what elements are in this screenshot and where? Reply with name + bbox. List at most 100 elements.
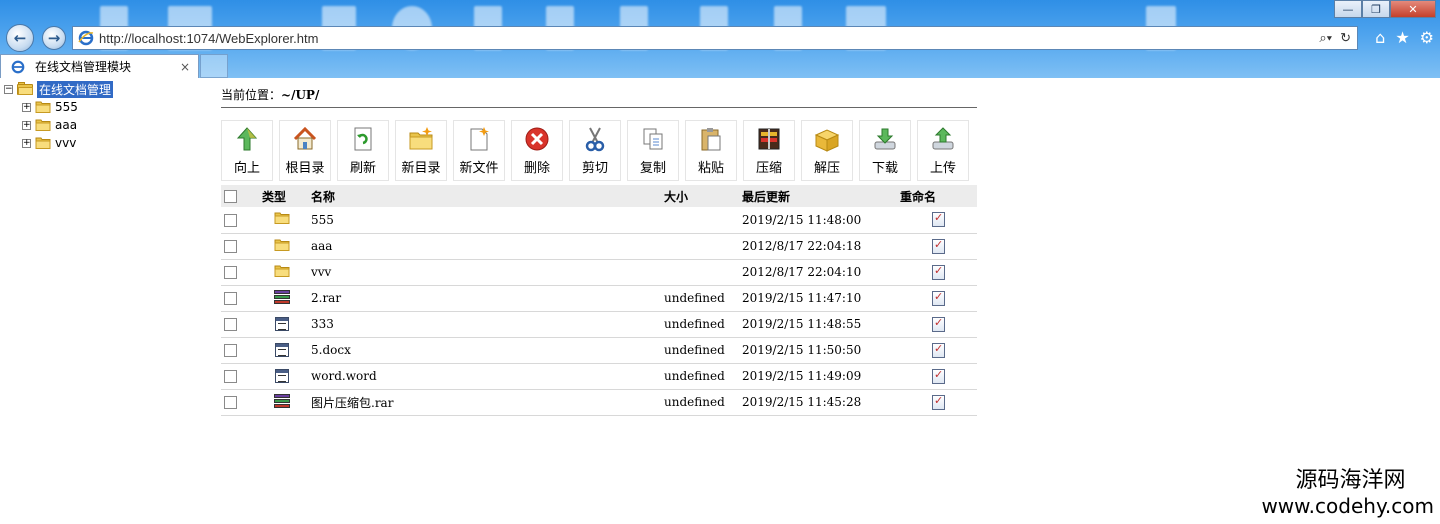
- tree-item-label[interactable]: 555: [55, 100, 78, 114]
- file-name[interactable]: 333: [307, 311, 664, 338]
- minimize-button[interactable]: —: [1334, 0, 1362, 18]
- file-name[interactable]: 5.docx: [307, 337, 664, 364]
- table-row[interactable]: 图片压缩包.rar undefined 2019/2/15 11:45:28: [221, 389, 977, 416]
- upload-button[interactable]: 上传: [917, 120, 969, 181]
- rename-icon[interactable]: [932, 238, 945, 254]
- tab-close-button[interactable]: ×: [178, 60, 192, 74]
- restore-button[interactable]: ❐: [1362, 0, 1390, 18]
- toolbar-label: 刷新: [349, 161, 376, 176]
- extract-button[interactable]: 解压: [801, 120, 853, 181]
- tree-item-label[interactable]: vvv: [55, 136, 76, 150]
- file-size: undefined: [664, 311, 742, 338]
- upload-icon: [929, 125, 957, 153]
- rename-icon[interactable]: [932, 290, 945, 306]
- new-file-icon: [465, 125, 493, 153]
- tree-root[interactable]: − 在线文档管理: [4, 80, 114, 98]
- file-name[interactable]: aaa: [307, 233, 664, 260]
- new-folder-icon: [407, 125, 435, 153]
- select-all-checkbox[interactable]: [224, 190, 237, 203]
- row-checkbox[interactable]: [224, 240, 237, 253]
- table-row[interactable]: 333 undefined 2019/2/15 11:48:55: [221, 311, 977, 338]
- cut-button[interactable]: 剪切: [569, 120, 621, 181]
- ie-logo-icon: [77, 29, 95, 47]
- compress-button[interactable]: 压缩: [743, 120, 795, 181]
- tab-active[interactable]: 在线文档管理模块 ×: [0, 54, 199, 78]
- forward-arrow-icon: →: [47, 29, 61, 47]
- forward-button[interactable]: →: [42, 26, 66, 50]
- expand-icon[interactable]: +: [22, 138, 31, 148]
- row-checkbox[interactable]: [224, 266, 237, 279]
- new-tab-button[interactable]: [200, 54, 228, 78]
- row-checkbox[interactable]: [224, 292, 237, 305]
- row-checkbox[interactable]: [224, 318, 237, 331]
- table-row[interactable]: 5.docx undefined 2019/2/15 11:50:50: [221, 337, 977, 364]
- address-url[interactable]: http://localhost:1074/WebExplorer.htm: [99, 31, 1319, 46]
- copy-button[interactable]: 复制: [627, 120, 679, 181]
- file-name[interactable]: 图片压缩包.rar: [307, 389, 664, 416]
- table-row[interactable]: aaa 2012/8/17 22:04:18: [221, 233, 977, 260]
- table-row[interactable]: vvv 2012/8/17 22:04:10: [221, 259, 977, 286]
- row-checkbox[interactable]: [224, 344, 237, 357]
- expand-icon[interactable]: +: [22, 120, 31, 130]
- header-date: 最后更新: [742, 185, 900, 207]
- new-file-button[interactable]: 新文件: [453, 120, 505, 181]
- toolbar-label: 复制: [639, 161, 666, 176]
- collapse-icon[interactable]: −: [4, 84, 13, 94]
- copy-icon: [639, 125, 667, 153]
- table-row[interactable]: word.word undefined 2019/2/15 11:49:09: [221, 363, 977, 390]
- rename-icon[interactable]: [932, 264, 945, 280]
- row-checkbox[interactable]: [224, 396, 237, 409]
- folder-icon: [35, 118, 51, 132]
- tree-item[interactable]: + aaa: [4, 116, 113, 134]
- file-name[interactable]: 555: [307, 207, 664, 234]
- table-row[interactable]: 555 2019/2/15 11:48:00: [221, 207, 977, 234]
- file-date: 2019/2/15 11:48:55: [742, 311, 900, 338]
- rename-icon[interactable]: [932, 342, 945, 358]
- search-icon[interactable]: ⌕▾: [1319, 30, 1332, 46]
- toolbar-label: 新目录: [401, 161, 441, 176]
- table-row[interactable]: 2.rar undefined 2019/2/15 11:47:10: [221, 285, 977, 312]
- watermark-title: 源码海洋网: [1295, 468, 1406, 493]
- refresh-button[interactable]: 刷新: [337, 120, 389, 181]
- folder-icon: [35, 100, 51, 114]
- rar-archive-icon: [273, 290, 290, 306]
- file-name[interactable]: vvv: [307, 259, 664, 286]
- address-bar[interactable]: http://localhost:1074/WebExplorer.htm ⌕▾…: [72, 26, 1358, 50]
- watermark-url: www.codehy.com: [1261, 494, 1434, 518]
- back-button[interactable]: ←: [6, 24, 34, 52]
- header-rename: 重命名: [900, 185, 977, 207]
- rename-icon[interactable]: [932, 316, 945, 332]
- root-button[interactable]: 根目录: [279, 120, 331, 181]
- rename-icon[interactable]: [932, 368, 945, 384]
- toolbar-label: 上传: [929, 161, 956, 176]
- row-checkbox[interactable]: [224, 370, 237, 383]
- file-name[interactable]: 2.rar: [307, 285, 664, 312]
- folder-icon: [274, 264, 290, 278]
- paste-button[interactable]: 粘贴: [685, 120, 737, 181]
- file-size: undefined: [664, 389, 742, 416]
- tree-item[interactable]: +555: [4, 98, 113, 116]
- home-icon[interactable]: ⌂: [1375, 28, 1385, 47]
- file-name[interactable]: word.word: [307, 363, 664, 390]
- up-arrow-icon: [233, 125, 261, 153]
- refresh-icon: [349, 125, 377, 153]
- rename-icon[interactable]: [932, 211, 945, 228]
- rename-icon[interactable]: [932, 394, 945, 410]
- settings-gear-icon[interactable]: ⚙: [1420, 28, 1434, 47]
- refresh-page-icon[interactable]: ↻: [1340, 30, 1351, 46]
- delete-button[interactable]: 删除: [511, 120, 563, 181]
- row-checkbox[interactable]: [224, 213, 237, 227]
- favorites-star-icon[interactable]: ★: [1395, 28, 1409, 47]
- tree-item[interactable]: + vvv: [4, 134, 113, 152]
- tree-root-label[interactable]: 在线文档管理: [37, 80, 114, 98]
- expand-icon[interactable]: +: [22, 102, 31, 112]
- file-icon: [274, 369, 289, 384]
- tree-item-label[interactable]: aaa: [55, 118, 77, 132]
- file-size: undefined: [664, 363, 742, 390]
- toolbar-label: 新文件: [459, 161, 499, 176]
- new-folder-button[interactable]: 新目录: [395, 120, 447, 181]
- up-button[interactable]: 向上: [221, 120, 273, 181]
- close-window-button[interactable]: ✕: [1390, 0, 1436, 18]
- toolbar-label: 剪切: [581, 161, 608, 176]
- download-button[interactable]: 下载: [859, 120, 911, 181]
